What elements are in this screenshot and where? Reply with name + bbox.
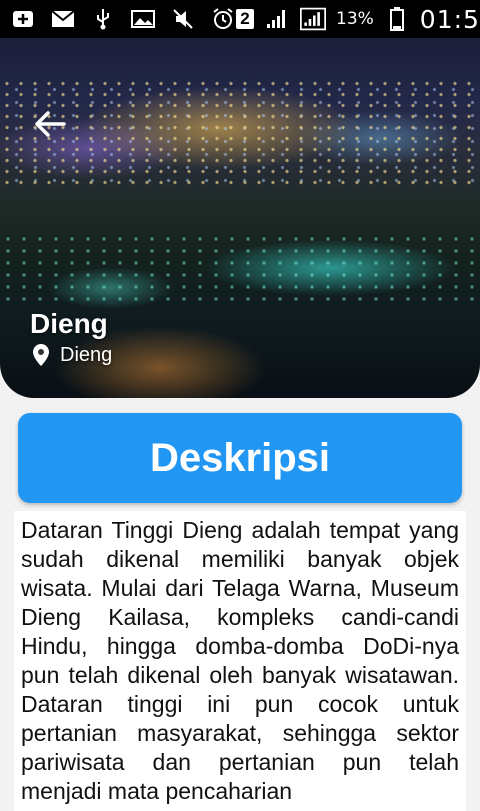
image-icon xyxy=(130,8,156,30)
clock: 01:59 xyxy=(419,4,480,34)
battery-percent: 13% xyxy=(336,9,374,29)
location-pin-icon xyxy=(33,344,49,366)
battery-icon xyxy=(384,7,410,31)
field-lights xyxy=(0,233,480,303)
usb-icon xyxy=(90,8,116,30)
alarm-icon xyxy=(210,8,236,30)
hero-image: Dieng Dieng xyxy=(0,38,480,398)
signal-icon xyxy=(264,8,290,30)
status-bar: 2 13% 01:59 xyxy=(0,0,480,38)
back-button[interactable] xyxy=(30,104,70,144)
place-title: Dieng xyxy=(30,308,108,339)
email-icon xyxy=(50,8,76,30)
sim-2-icon: 2 xyxy=(236,9,254,29)
description-header-button[interactable]: Deskripsi xyxy=(18,413,462,503)
description-text: Dataran Tinggi Dieng adalah tempat yang … xyxy=(21,517,459,804)
arrow-left-icon xyxy=(35,111,66,137)
mute-icon xyxy=(170,8,196,30)
location-row: Dieng xyxy=(32,343,112,367)
location-label: Dieng xyxy=(60,343,113,366)
signal-outline-icon xyxy=(300,7,326,31)
add-box-icon xyxy=(10,8,36,30)
description-card: Dataran Tinggi Dieng adalah tempat yang … xyxy=(14,511,466,811)
city-lights xyxy=(0,78,480,188)
